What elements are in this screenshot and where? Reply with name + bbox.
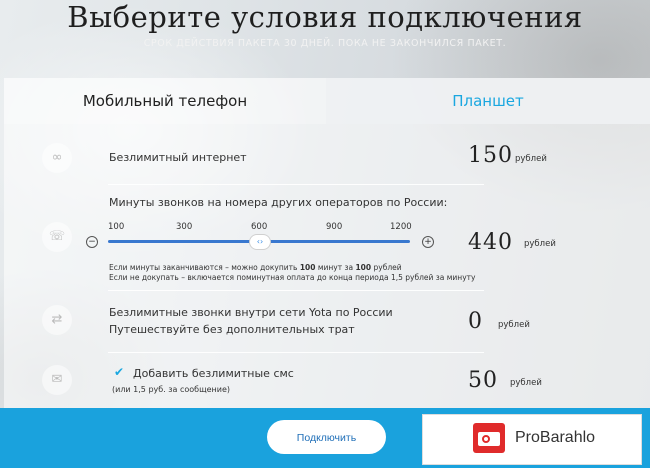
internet-price: 150 bbox=[468, 143, 513, 168]
phone-icon: ☏ bbox=[42, 222, 72, 252]
sms-checkbox[interactable]: ✔ bbox=[114, 365, 124, 379]
probarahlo-badge[interactable]: ProBarahlo bbox=[422, 414, 642, 465]
yota-label-2: Путешествуйте без дополнительных трат bbox=[109, 323, 355, 336]
minutes-price: 440 bbox=[468, 230, 513, 255]
header: Выберите условия подключения СРОК ДЕЙСТВ… bbox=[0, 0, 650, 78]
minutes-note-2: Если не докупать – включается поминутная… bbox=[109, 273, 476, 282]
plus-button[interactable]: + bbox=[422, 236, 434, 248]
connect-button[interactable]: Подключить bbox=[267, 420, 386, 454]
yota-price: 0 bbox=[468, 309, 483, 334]
message-icon: ✉ bbox=[42, 365, 72, 395]
sms-sub: (или 1,5 руб. за сообщение) bbox=[112, 385, 231, 394]
internet-currency: рублей bbox=[515, 154, 547, 164]
minutes-label: Минуты звонков на номера других оператор… bbox=[109, 196, 448, 209]
tab-mobile-phone[interactable]: Мобильный телефон bbox=[4, 78, 326, 124]
minutes-slider-handle[interactable]: ‹› bbox=[249, 234, 271, 250]
tick-1200[interactable]: 1200 bbox=[390, 222, 412, 232]
yota-currency: рублей bbox=[498, 320, 530, 330]
divider bbox=[108, 290, 484, 291]
minus-button[interactable]: − bbox=[86, 236, 98, 248]
tick-300[interactable]: 300 bbox=[176, 222, 192, 232]
tab-tablet[interactable]: Планшет bbox=[326, 78, 650, 124]
arrows-icon: ⇄ bbox=[42, 305, 72, 335]
tick-600[interactable]: 600 bbox=[251, 222, 267, 232]
divider bbox=[108, 352, 484, 353]
sms-currency: рублей bbox=[510, 378, 542, 388]
badge-text: ProBarahlo bbox=[515, 429, 596, 446]
sms-label: Добавить безлимитные смс bbox=[133, 367, 294, 380]
sms-price: 50 bbox=[468, 368, 498, 393]
camera-icon bbox=[473, 423, 505, 453]
tick-900[interactable]: 900 bbox=[326, 222, 342, 232]
internet-label: Безлимитный интернет bbox=[109, 151, 247, 164]
infinity-icon: ∞ bbox=[42, 143, 72, 173]
tick-100[interactable]: 100 bbox=[108, 222, 124, 232]
page-subtitle: СРОК ДЕЙСТВИЯ ПАКЕТА 30 ДНЕЙ. ПОКА НЕ ЗА… bbox=[143, 38, 507, 49]
minutes-note-1: Если минуты заканчиваются – можно докупи… bbox=[109, 263, 402, 272]
minutes-currency: рублей bbox=[524, 239, 556, 249]
divider bbox=[108, 184, 484, 185]
page-title: Выберите условия подключения bbox=[67, 0, 583, 34]
yota-label-1: Безлимитные звонки внутри сети Yota по Р… bbox=[109, 306, 393, 319]
